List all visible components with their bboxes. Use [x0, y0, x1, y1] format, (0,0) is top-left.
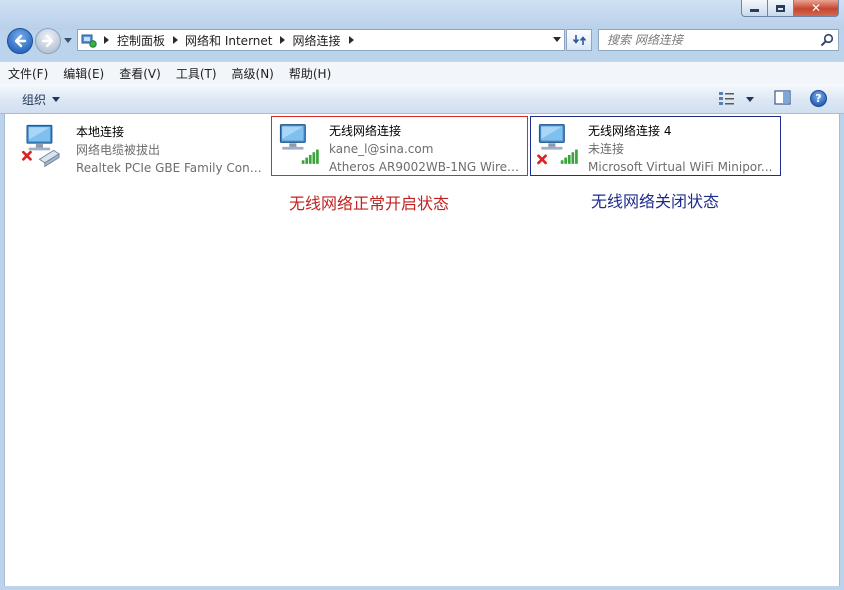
recent-pages-button[interactable] [62, 34, 74, 48]
connection-details: 无线网络连接 4 未连接 Microsoft Virtual WiFi Mini… [588, 122, 778, 176]
connection-name: 无线网络连接 4 [588, 124, 672, 138]
arrow-right-icon [41, 34, 54, 48]
chevron-down-icon[interactable] [553, 37, 561, 42]
preview-pane-button[interactable] [774, 90, 792, 108]
menu-advanced[interactable]: 高级(N) [224, 65, 281, 82]
search-icon[interactable] [820, 33, 834, 47]
connection-name: 无线网络连接 [329, 124, 402, 138]
connection-adapter: Microsoft Virtual WiFi Minipor... [588, 160, 773, 174]
refresh-button[interactable] [566, 29, 592, 51]
connection-status: 网络电缆被拔出 [76, 143, 161, 157]
chevron-down-icon [746, 96, 754, 102]
connection-adapter: Realtek PCIe GBE Family Contr... [76, 161, 266, 175]
arrow-left-icon [14, 34, 27, 48]
connection-status: 未连接 [588, 142, 625, 156]
chevron-right-icon[interactable] [348, 36, 354, 44]
control-panel-icon [81, 34, 97, 48]
menu-bar: 文件(F) 编辑(E) 查看(V) 工具(T) 高级(N) 帮助(H) [0, 61, 844, 84]
navigation-bar: 控制面板 网络和 Internet 网络连接 [0, 26, 844, 58]
explorer-window: ✕ 控制面板 网络和 Internet 网络连接 搜索 网络连接 文件(F) 编… [0, 0, 844, 590]
maximize-icon [776, 4, 785, 12]
connection-item-wireless[interactable]: 无线网络连接 kane_l@sina.com Atheros AR9002WB-… [271, 116, 528, 176]
window-bottom-border [4, 586, 840, 590]
address-bar[interactable]: 控制面板 网络和 Internet 网络连接 [77, 29, 565, 51]
connection-item-local[interactable]: 本地连接 网络电缆被拔出 Realtek PCIe GBE Family Con… [19, 120, 273, 180]
connection-status: kane_l@sina.com [329, 142, 434, 156]
forward-button[interactable] [35, 28, 61, 54]
organize-button[interactable]: 组织 [14, 90, 66, 108]
wireless-network-icon [279, 124, 319, 164]
chevron-down-icon [52, 96, 61, 102]
breadcrumb-control-panel[interactable]: 控制面板 [117, 32, 165, 49]
organize-label: 组织 [22, 92, 47, 107]
details-view-icon [719, 92, 734, 105]
chevron-down-icon [64, 38, 72, 43]
search-box [598, 29, 839, 51]
connections-list: 本地连接 网络电缆被拔出 Realtek PCIe GBE Family Con… [4, 114, 840, 586]
search-input[interactable] [607, 31, 817, 49]
annotation-wifi-off: 无线网络关闭状态 [591, 192, 720, 211]
menu-edit[interactable]: 编辑(E) [55, 65, 111, 82]
preview-pane-icon [774, 90, 791, 105]
connection-item-wireless-4[interactable]: 无线网络连接 4 未连接 Microsoft Virtual WiFi Mini… [530, 116, 781, 176]
breadcrumb-network-connections[interactable]: 网络连接 [292, 32, 340, 49]
menu-tools[interactable]: 工具(T) [168, 65, 224, 82]
refresh-icon [572, 35, 586, 45]
chevron-right-icon[interactable] [280, 36, 286, 44]
wireless-network-disconnected-icon [537, 124, 578, 165]
menu-file[interactable]: 文件(F) [0, 65, 55, 82]
connection-name: 本地连接 [76, 125, 125, 139]
change-view-button[interactable] [718, 90, 758, 108]
wired-network-disconnected-icon [22, 124, 60, 168]
chevron-right-icon[interactable] [173, 36, 179, 44]
connection-adapter: Atheros AR9002WB-1NG Wirel... [329, 160, 519, 174]
close-button[interactable]: ✕ [793, 0, 839, 17]
help-button[interactable]: ? [810, 90, 827, 107]
connection-details: 无线网络连接 kane_l@sina.com Atheros AR9002WB-… [329, 122, 519, 176]
maximize-button[interactable] [767, 0, 794, 17]
chevron-right-icon [104, 36, 109, 44]
minimize-icon [750, 9, 759, 12]
back-button[interactable] [7, 28, 33, 54]
annotation-wifi-on: 无线网络正常开启状态 [289, 194, 450, 213]
menu-help[interactable]: 帮助(H) [281, 65, 338, 82]
command-bar: 组织 ? [0, 84, 844, 114]
minimize-button[interactable] [741, 0, 768, 17]
connection-details: 本地连接 网络电缆被拔出 Realtek PCIe GBE Family Con… [76, 123, 266, 177]
menu-view[interactable]: 查看(V) [111, 65, 168, 82]
breadcrumb-network-internet[interactable]: 网络和 Internet [185, 32, 272, 49]
close-icon: ✕ [810, 1, 822, 15]
